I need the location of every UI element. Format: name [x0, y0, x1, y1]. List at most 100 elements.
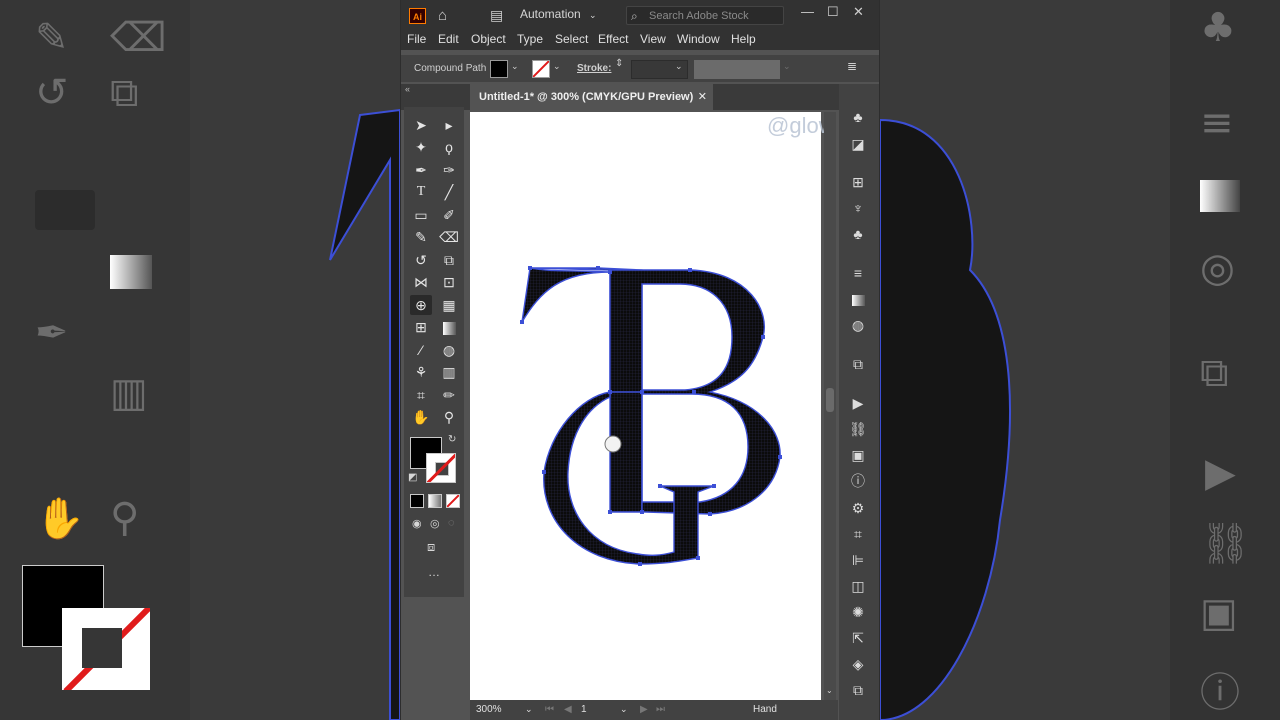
export-icon[interactable]: ⇱ [847, 628, 869, 648]
home-icon[interactable]: ⌂ [438, 7, 447, 24]
minimize-button[interactable]: — [801, 4, 814, 19]
variable-width-profile[interactable] [694, 60, 780, 79]
menu-edit[interactable]: Edit [438, 32, 459, 46]
last-artboard-icon[interactable]: ⏭ [656, 704, 665, 715]
artboard-dropdown-icon[interactable]: ⌄ [620, 704, 628, 715]
rectangle-icon[interactable]: ▭ [410, 205, 432, 225]
links-icon[interactable]: ⛓ [847, 419, 869, 439]
fill-dropdown-icon[interactable]: ⌄ [511, 61, 519, 72]
lasso-icon[interactable]: ϙ [438, 137, 460, 157]
line-icon[interactable]: ╱ [438, 182, 460, 202]
menu-view[interactable]: View [640, 32, 666, 46]
direct-selection-icon[interactable]: ▸ [438, 115, 460, 135]
curvature-icon[interactable]: ✑ [438, 160, 460, 180]
none-mode-icon[interactable] [446, 494, 460, 508]
close-button[interactable]: ✕ [853, 4, 864, 20]
artboard[interactable] [470, 112, 821, 700]
perspective-grid-icon[interactable]: ▦ [438, 295, 460, 315]
scale-icon[interactable]: ⧉ [438, 250, 460, 270]
graph-icon[interactable]: ▥ [438, 362, 460, 382]
swap-fill-stroke-icon[interactable]: ↻ [448, 434, 456, 445]
layers-icon[interactable]: ◈ [847, 654, 869, 674]
eraser-icon[interactable]: ⌫ [438, 227, 460, 247]
draw-behind-icon[interactable]: ◎ [430, 517, 440, 530]
gradient-icon[interactable] [438, 317, 460, 337]
artboards-icon[interactable]: ⧉ [847, 680, 869, 700]
artboard-icon[interactable]: ⌗ [410, 385, 432, 405]
zoom-icon[interactable]: ⚲ [438, 407, 460, 427]
align-icon[interactable]: ⊫ [847, 550, 869, 570]
free-transform-icon[interactable]: ⊡ [438, 272, 460, 292]
stroke-weight-dropdown-icon[interactable]: ⌄ [675, 61, 683, 72]
stroke-color-swatch[interactable] [532, 60, 550, 78]
properties-icon[interactable]: ◪ [847, 134, 869, 154]
arrange-documents-icon[interactable]: ▤ [490, 7, 503, 24]
restore-button[interactable]: ☐ [827, 4, 839, 20]
stroke-weight-stepper[interactable]: ⇕ [615, 58, 623, 69]
edit-toolbar-icon[interactable]: … [428, 565, 440, 579]
menu-effect[interactable]: Effect [598, 32, 628, 46]
eyedropper-icon[interactable]: ⁄ [410, 340, 432, 360]
tab-untitled-1[interactable]: Untitled-1* @ 300% (CMYK/GPU Preview) ✕ [470, 84, 713, 110]
fill-color-swatch[interactable] [490, 60, 508, 78]
hand-icon[interactable]: ✋ [410, 407, 432, 427]
first-artboard-icon[interactable]: ⏮ [545, 704, 554, 715]
menu-help[interactable]: Help [731, 32, 756, 46]
gradient-mode-icon[interactable] [428, 494, 442, 508]
zoom-level[interactable]: 300% [476, 704, 502, 715]
menu-select[interactable]: Select [555, 32, 588, 46]
club-symbols-icon[interactable]: ♣ [847, 107, 869, 127]
symbol-sprayer-icon[interactable]: ⚘ [410, 362, 432, 382]
slice-icon[interactable]: ✏ [438, 385, 460, 405]
stroke-label[interactable]: Stroke: [577, 63, 611, 74]
shaper-icon[interactable]: ✎ [410, 227, 432, 247]
previous-artboard-icon[interactable]: ◀ [564, 704, 572, 715]
swatches-icon[interactable]: ⊞ [847, 172, 869, 192]
next-artboard-icon[interactable]: ▶ [640, 704, 648, 715]
color-guide-icon[interactable]: ✺ [847, 602, 869, 622]
workspace-switcher[interactable]: Automation ⌄ [520, 7, 597, 21]
stroke-dropdown-icon[interactable]: ⌄ [553, 61, 561, 72]
libraries-icon[interactable]: ▣ [847, 445, 869, 465]
asset-export-icon[interactable]: ⧉ [847, 354, 869, 374]
magic-wand-icon[interactable]: ✦ [410, 137, 432, 157]
panel-menu-icon[interactable]: ≣ [847, 59, 857, 73]
draw-normal-icon[interactable]: ◉ [412, 517, 422, 530]
selection-arrow-icon[interactable]: ➤ [410, 115, 432, 135]
screen-mode-icon[interactable]: ⧈ [427, 539, 435, 555]
canvas[interactable] [470, 110, 822, 700]
scroll-down-icon[interactable]: ⌄ [826, 686, 833, 695]
menu-object[interactable]: Object [471, 32, 506, 46]
pathfinder-icon[interactable]: ◫ [847, 576, 869, 596]
stroke-color-indicator[interactable] [426, 453, 456, 483]
stroke-panel-icon[interactable]: ≡ [847, 263, 869, 283]
zoom-dropdown-icon[interactable]: ⌄ [525, 704, 533, 715]
artboard-number[interactable]: 1 [581, 704, 587, 715]
width-icon[interactable]: ⋈ [410, 272, 432, 292]
actions-play-icon[interactable]: ▶ [847, 393, 869, 413]
pen-icon[interactable]: ✒ [410, 160, 432, 180]
blend-icon[interactable]: ◍ [438, 340, 460, 360]
default-colors-icon[interactable]: ◩ [408, 472, 417, 483]
symbols-icon[interactable]: ♣ [847, 224, 869, 244]
type-icon[interactable]: T [410, 182, 432, 202]
menu-file[interactable]: File [407, 32, 426, 46]
collapse-toolbar-icon[interactable]: « [405, 84, 410, 94]
paintbrush-icon[interactable]: ✐ [438, 205, 460, 225]
color-mode-icon[interactable] [410, 494, 424, 508]
vertical-scrollbar[interactable]: ⌄ [824, 112, 836, 700]
menu-window[interactable]: Window [677, 32, 720, 46]
transparency-icon[interactable]: ◍ [847, 315, 869, 335]
mesh-icon[interactable]: ⊞ [410, 317, 432, 337]
rotate-icon[interactable]: ↺ [410, 250, 432, 270]
monogram-artwork[interactable] [470, 112, 821, 700]
draw-inside-icon[interactable]: ◌ [448, 517, 455, 529]
transform-icon[interactable]: ⌗ [847, 524, 869, 544]
document-info-icon[interactable]: ⓘ [847, 471, 869, 491]
appearance-icon[interactable]: ⚙ [847, 498, 869, 518]
brushes-icon[interactable]: ♆ [847, 198, 869, 218]
menu-type[interactable]: Type [517, 32, 543, 46]
scrollbar-thumb[interactable] [826, 388, 834, 412]
shape-builder-icon[interactable]: ⊕ [410, 295, 432, 315]
tab-close-icon[interactable]: ✕ [698, 84, 707, 110]
